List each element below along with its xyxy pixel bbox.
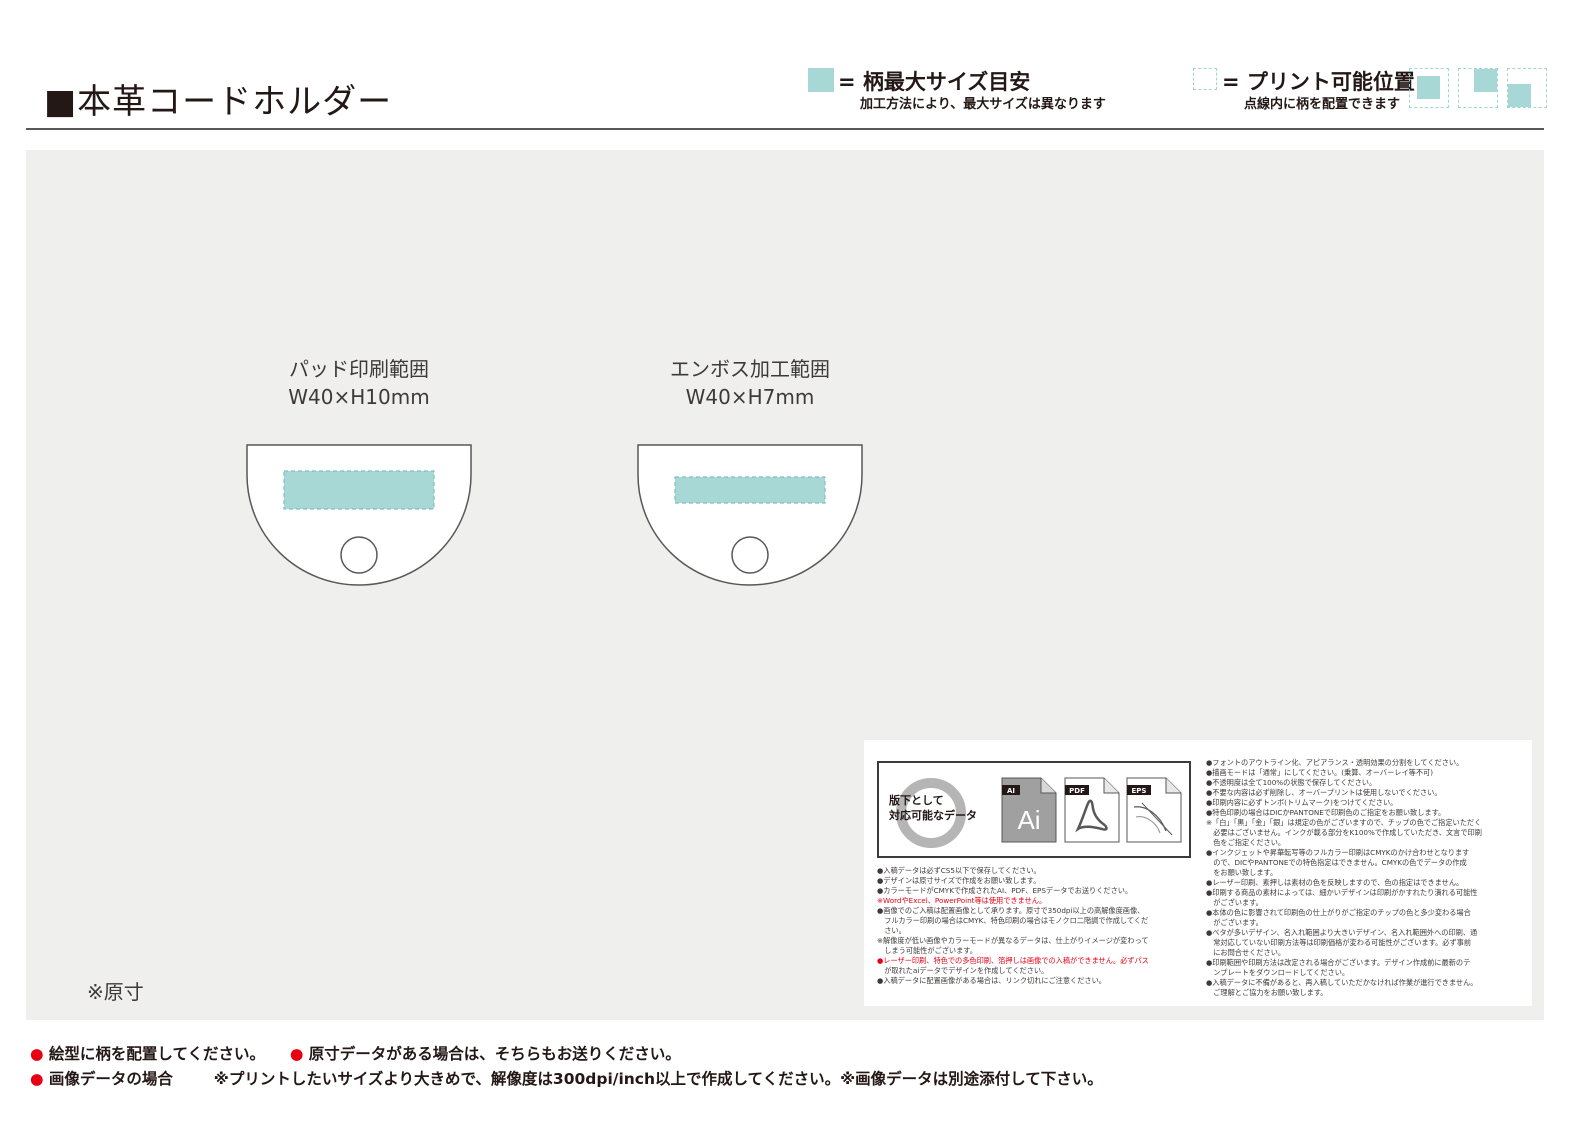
- note-right-10: ●インクジェットや昇華転写等のフルカラー印刷はCMYKのかけ合わせとなります: [1206, 848, 1470, 857]
- note-right-3: ●不透明度は全て100%の状態で保存してください。: [1206, 778, 1377, 787]
- note-left-9: しまう可能性がございます。: [877, 946, 977, 955]
- actual-size-note: ※原寸: [87, 980, 144, 1004]
- pad-print-area-name: パッド印刷範囲: [289, 357, 429, 381]
- header-divider: [26, 128, 1544, 130]
- note-right-9: 色をご指定ください。: [1206, 838, 1286, 847]
- position-example-top-icon: [1458, 68, 1498, 108]
- pad-print-area-label: パッド印刷範囲 W40×H10mm: [239, 355, 479, 411]
- note-left-12: ●入稿データに配置画像がある場合は、リンク切れにご注意ください。: [877, 976, 1106, 985]
- note-right-16: ●本体の色に影響されて印刷色の仕上がりがご指定のチップの色と多少変わる場合: [1206, 908, 1471, 917]
- accepted-formats-box: 版下として 対応可能なデータ AI Ai PDF EPS: [877, 761, 1191, 858]
- note-right-8: 必要はございません。インクが載る部分をK100%で作成していただき、文言で印刷: [1206, 828, 1482, 837]
- note-left-1: ●入稿データは必ずCS5以下で保存してください。: [877, 866, 1041, 875]
- note-left-5: ●画像でのご入稿は配置画像として承ります。原寸で350dpi以上の高解像度画像、: [877, 906, 1145, 915]
- note-right-6: ●特色印刷の場合はDICかPANTONEで印刷色のご指定をお願い致します。: [1206, 808, 1446, 817]
- note-right-2: ●描画モードは「通常」にしてください。(乗算、オーバーレイ等不可): [1206, 768, 1434, 777]
- note-left-4: ※WordやExcel、PowerPoint等は使用できません。: [877, 896, 1047, 905]
- max-size-legend-label: = 柄最大サイズ目安: [838, 70, 1031, 94]
- footer-image-data-note: ※プリントしたいサイズより大きめで、解像度は300dpi/inch以上で作成して…: [213, 1070, 1103, 1088]
- note-right-21: ●印刷範囲や印刷方法は改定される場合がございます。デザイン作成前に最新のテ: [1206, 958, 1471, 967]
- note-left-11: が取れたaiデータでデザインを作成してください。: [877, 966, 1049, 975]
- note-left-3: ●カラーモードがCMYKで作成されたAI、PDF、EPSデータでお送りください。: [877, 886, 1133, 895]
- note-left-6: フルカラー印刷の場合はCMYK、特色印刷の場合はモノクロ二階調で作成してくだ: [877, 916, 1149, 925]
- note-left-2: ●デザインは原寸サイズで作成をお願い致します。: [877, 876, 1041, 885]
- note-right-12: をお願い致します。: [1206, 868, 1278, 877]
- footer-line-2: ● 画像データの場合 ※プリントしたいサイズより大きめで、解像度は300dpi/…: [30, 1067, 1103, 1089]
- data-notes-right: ●フォントのアウトライン化、アピアランス・透明効果の分割をしてください。 ●描画…: [1206, 758, 1526, 998]
- footer-image-data-heading: ● 画像データの場合: [30, 1070, 173, 1088]
- ai-glyph-text: Ai: [1017, 805, 1040, 835]
- note-right-14: ●印刷する商品の素材によっては、細かいデザインは印刷がかすれたり潰れる可能性: [1206, 888, 1478, 897]
- max-size-swatch: [808, 68, 834, 92]
- note-right-13: ●レーザー印刷、素押しは素材の色を反映しますので、色の指定はできません。: [1206, 878, 1464, 887]
- note-right-18: ●ベタが多いデザイン、名入れ範囲より大きいデザイン、名入れ範囲外への印刷、通: [1206, 928, 1478, 937]
- pad-print-holder-outline: [246, 444, 472, 586]
- note-right-22: ンプレートをダウンロードしてください。: [1206, 968, 1350, 977]
- note-right-24: ご理解とご協力をお願い致します。: [1206, 988, 1328, 997]
- accepted-badge-line1: 版下として: [889, 794, 944, 807]
- footer-instruction-send-original: ● 原寸データがある場合は、そちらもお送りください。: [289, 1045, 681, 1063]
- note-right-4: ●不要な内容は必ず削除し、オーバープリントは使用しないでください。: [1206, 788, 1442, 797]
- note-right-7: ※「白」「黒」「金」「銀」は規定の色がございますので、チップの色でご指定いただく: [1206, 818, 1482, 827]
- eps-file-icon: EPS: [1126, 777, 1182, 843]
- emboss-holder-outline: [637, 444, 863, 586]
- note-right-15: がございます。: [1206, 898, 1263, 907]
- print-position-dashed-icon: [1193, 68, 1217, 90]
- pdf-tag-text: PDF: [1069, 787, 1085, 795]
- print-position-legend-note: 点線内に柄を配置できます: [1244, 97, 1401, 112]
- emboss-area-size: W40×H7mm: [685, 385, 815, 409]
- emboss-area-label: エンボス加工範囲 W40×H7mm: [630, 355, 870, 411]
- note-left-7: さい。: [877, 926, 906, 935]
- ai-tag-text: AI: [1007, 787, 1015, 795]
- eps-tag-text: EPS: [1132, 787, 1147, 795]
- note-right-23: ●入稿データに不備があると、再入稿していただかなければ作業が進行できません。: [1206, 978, 1478, 987]
- pad-print-area-size: W40×H10mm: [288, 385, 430, 409]
- note-right-17: がございます。: [1206, 918, 1263, 927]
- footer-instruction-place-pattern: ● 絵型に柄を配置してください。: [30, 1045, 265, 1063]
- emboss-area-name: エンボス加工範囲: [670, 357, 830, 381]
- data-guidelines-panel: 版下として 対応可能なデータ AI Ai PDF EPS ●入稿データは必ずCS…: [864, 740, 1532, 1006]
- page-title: ■本革コードホルダー: [44, 82, 393, 122]
- note-right-20: にお問合せください。: [1206, 948, 1286, 957]
- position-example-bottom-icon: [1507, 68, 1547, 108]
- max-size-legend-note: 加工方法により、最大サイズは異なります: [860, 97, 1106, 112]
- note-right-5: ●印刷内容に必ずトンボ(トリムマーク)をつけてください。: [1206, 798, 1398, 807]
- footer-line-1: ● 絵型に柄を配置してください。 ● 原寸データがある場合は、そちらもお送りくだ…: [30, 1042, 681, 1064]
- illustrator-file-icon: AI Ai: [1001, 777, 1057, 843]
- note-right-1: ●フォントのアウトライン化、アピアランス・透明効果の分割をしてください。: [1206, 758, 1464, 767]
- note-right-11: ので、DICやPANTONEでの特色指定はできません。CMYKの色でデータの作成: [1206, 858, 1467, 867]
- print-position-legend-label: = プリント可能位置: [1222, 70, 1415, 94]
- note-right-19: 常対応していない印刷方法等は印刷価格が変わる可能性がございます。必ず事前: [1206, 938, 1472, 947]
- pdf-file-icon: PDF: [1064, 777, 1120, 843]
- data-notes-left: ●入稿データは必ずCS5以下で保存してください。 ●デザインは原寸サイズで作成を…: [877, 866, 1197, 986]
- note-left-10: ●レーザー印刷、特色での多色印刷、箔押しは画像での入稿ができません。必ずパス: [877, 956, 1149, 965]
- position-example-centered-icon: [1409, 68, 1449, 108]
- note-left-8: ※解像度が低い画像やカラーモードが異なるデータは、仕上がりイメージが変わって: [877, 936, 1149, 945]
- accepted-badge-line2: 対応可能なデータ: [889, 809, 977, 822]
